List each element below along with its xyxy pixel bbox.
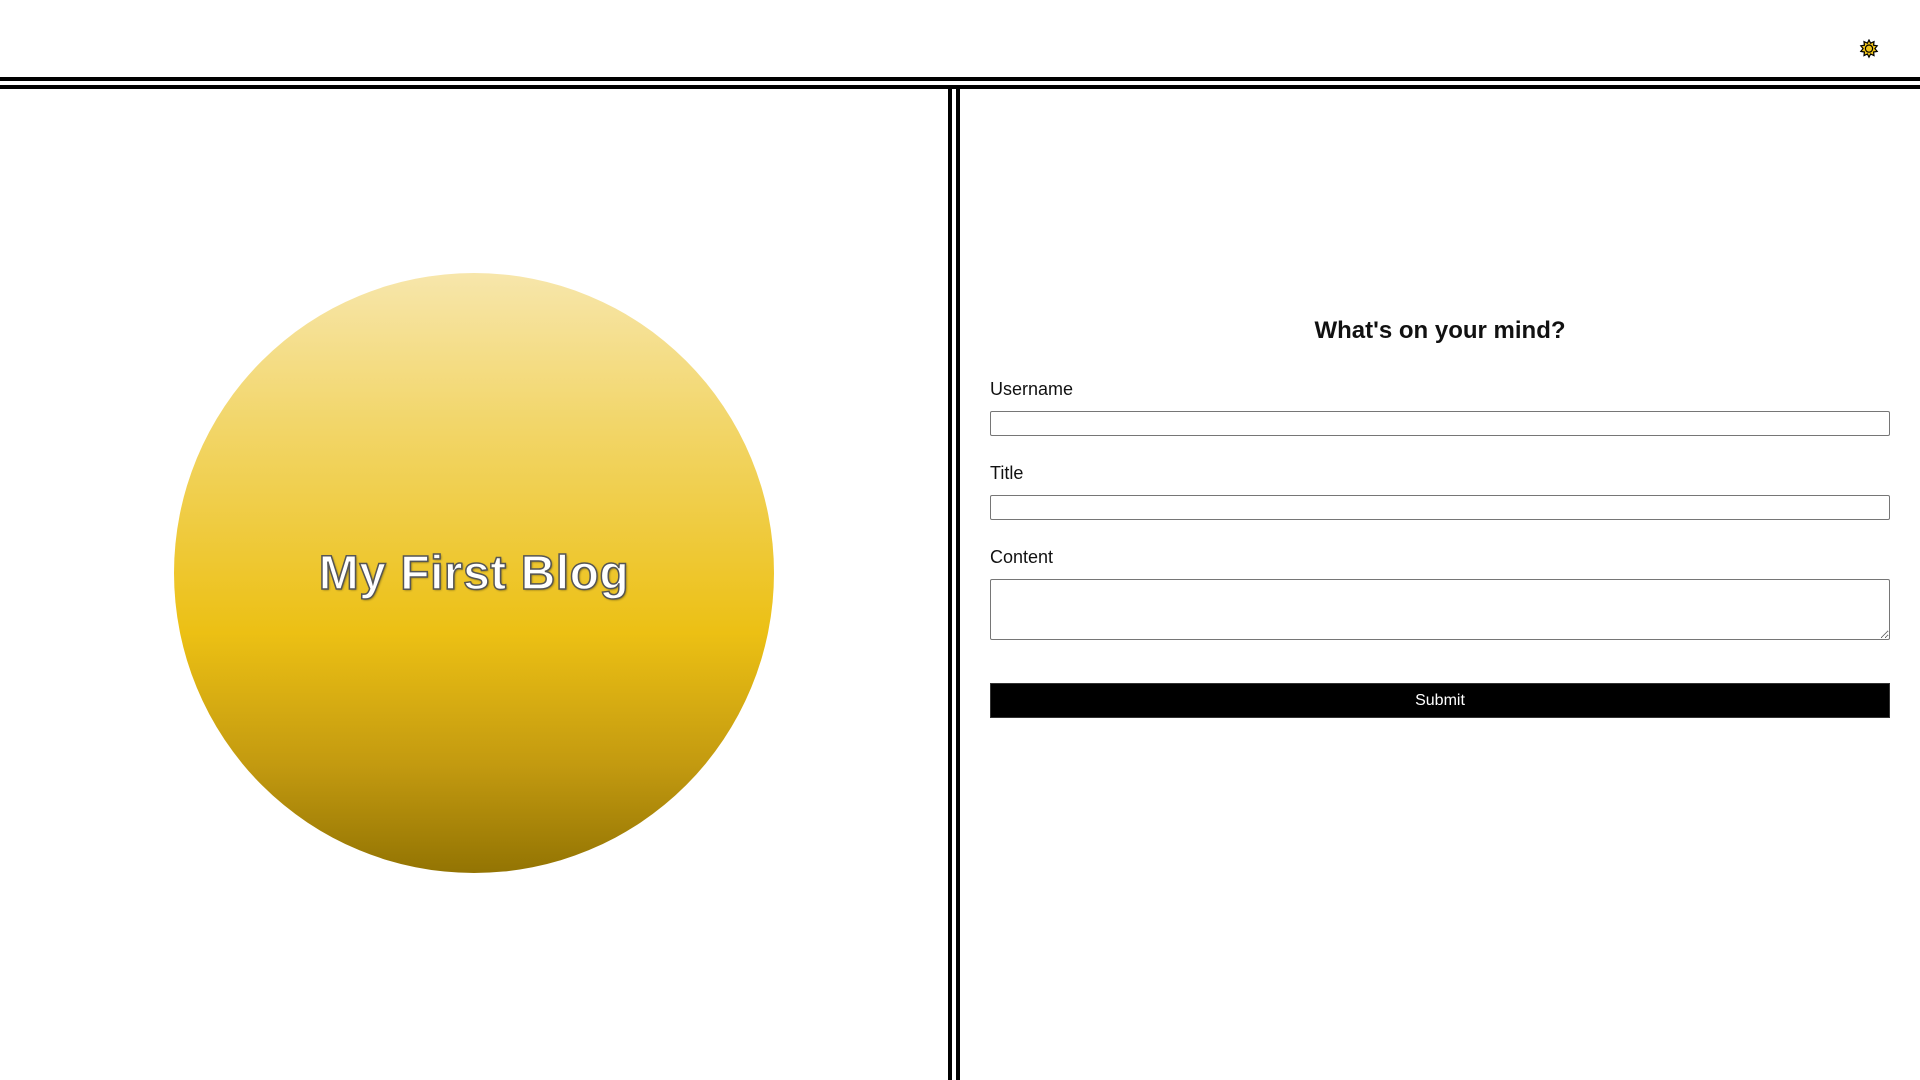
hero-panel: My First Blog	[0, 89, 948, 1080]
vertical-divider-right	[956, 89, 960, 1080]
content-label: Content	[990, 547, 1054, 567]
vertical-divider-left	[948, 89, 952, 1080]
form-heading: What's on your mind?	[1314, 317, 1566, 344]
page: My First Blog What's on your mind? Usern…	[0, 0, 1920, 1080]
header	[0, 0, 1920, 77]
sun-icon[interactable]	[1859, 38, 1879, 59]
content-textarea[interactable]	[990, 579, 1890, 640]
title-input[interactable]	[990, 495, 1890, 520]
username-label: Username	[990, 379, 1074, 399]
blog-title: My First Blog	[318, 546, 630, 601]
title-label: Title	[990, 463, 1024, 483]
username-input[interactable]	[990, 411, 1890, 436]
submit-button[interactable]: Submit	[990, 683, 1890, 718]
post-form: What's on your mind? Username Title Cont…	[990, 310, 1890, 718]
header-divider-top	[0, 77, 1920, 81]
hero-circle: My First Blog	[174, 273, 774, 873]
